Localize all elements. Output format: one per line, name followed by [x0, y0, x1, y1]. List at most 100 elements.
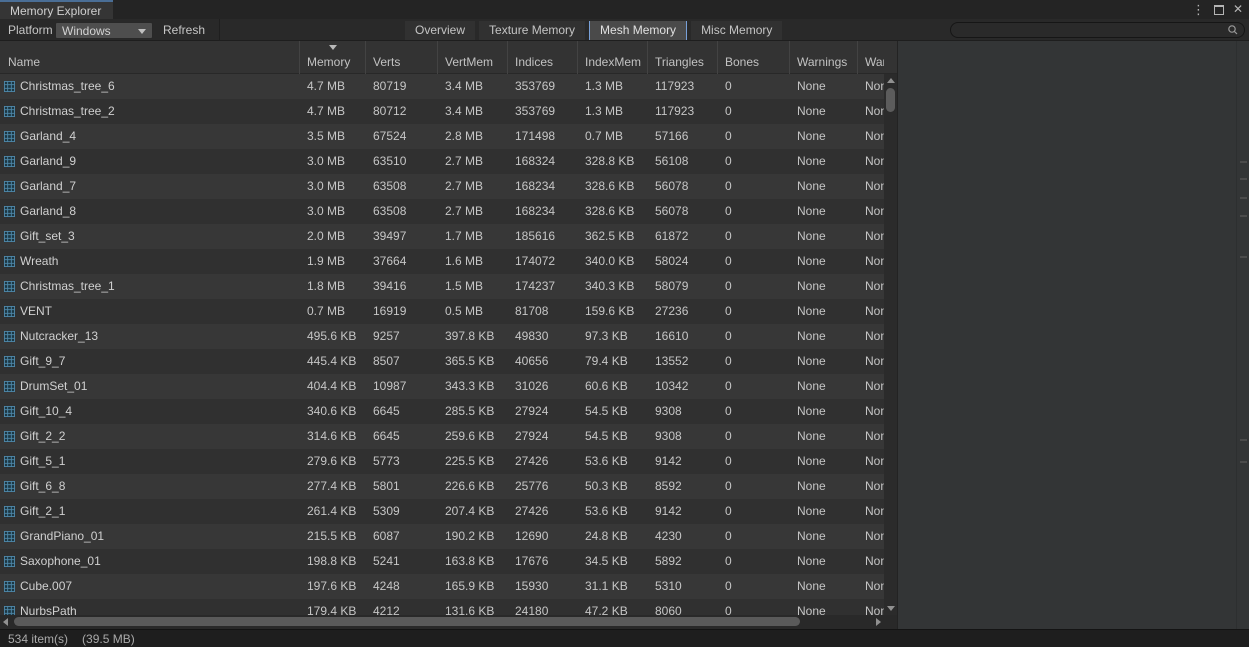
table-row[interactable]: Cube.007197.6 KB4248165.9 KB1593031.1 KB…	[0, 574, 884, 599]
tab-texture-memory[interactable]: Texture Memory	[479, 21, 585, 40]
search-input[interactable]	[951, 23, 1226, 37]
column-header-name[interactable]: Name	[0, 41, 300, 74]
table-row[interactable]: Garland_73.0 MB635082.7 MB168234328.6 KB…	[0, 174, 884, 199]
verts-value: 67524	[373, 129, 406, 143]
verts-value: 80712	[373, 104, 406, 118]
maximize-icon[interactable]	[1214, 5, 1224, 15]
cell-name: Gift_9_7	[0, 349, 300, 374]
cell-bones: 0	[718, 149, 790, 174]
scroll-down-icon[interactable]	[887, 606, 895, 611]
mesh-grid-icon	[4, 306, 15, 317]
window-tab-memory-explorer[interactable]: Memory Explorer	[0, 0, 113, 19]
cell-bones: 0	[718, 349, 790, 374]
edge-mark	[1240, 439, 1247, 441]
vertmem-value: 226.6 KB	[445, 479, 494, 493]
bones-value: 0	[725, 154, 732, 168]
scroll-right-icon[interactable]	[876, 618, 881, 626]
cell-bones: 0	[718, 549, 790, 574]
cell-triangles: 57166	[648, 124, 718, 149]
scroll-up-icon[interactable]	[887, 78, 895, 83]
column-header-triangles[interactable]: Triangles	[648, 41, 718, 74]
column-header-warnings[interactable]: Warnings	[790, 41, 858, 74]
main-area: Name MemoryVertsVertMemIndicesIndexMemTri…	[0, 41, 1249, 629]
horizontal-scrollbar-thumb[interactable]	[14, 617, 800, 626]
window-menu-icon[interactable]: ⋮	[1192, 0, 1205, 19]
cell-verts: 9257	[366, 324, 438, 349]
verts-value: 10987	[373, 379, 406, 393]
column-header-indexmem[interactable]: IndexMem	[578, 41, 648, 74]
vertmem-value: 2.8 MB	[445, 129, 483, 143]
indices-value: 27426	[515, 454, 548, 468]
column-header-label: Name	[8, 55, 40, 69]
column-header-label: Warnings	[865, 55, 884, 69]
tab-misc-memory[interactable]: Misc Memory	[691, 21, 782, 40]
table-row[interactable]: Wreath1.9 MB376641.6 MB174072340.0 KB580…	[0, 249, 884, 274]
platform-dropdown[interactable]: Windows	[55, 22, 153, 39]
warnings-value: None	[797, 329, 826, 343]
cell-indexmem: 1.3 MB	[578, 99, 648, 124]
cell-bones: 0	[718, 474, 790, 499]
table-row[interactable]: Gift_set_32.0 MB394971.7 MB185616362.5 K…	[0, 224, 884, 249]
cell-vertmem: 343.3 KB	[438, 374, 508, 399]
table-row[interactable]: Gift_5_1279.6 KB5773225.5 KB2742653.6 KB…	[0, 449, 884, 474]
refresh-button[interactable]: Refresh	[159, 19, 220, 41]
scroll-left-icon[interactable]	[3, 618, 8, 626]
cell-indexmem: 31.1 KB	[578, 574, 648, 599]
name-value: NurbsPath	[20, 599, 77, 615]
column-header-verts[interactable]: Verts	[366, 41, 438, 74]
table-row[interactable]: Gift_6_8277.4 KB5801226.6 KB2577650.3 KB…	[0, 474, 884, 499]
cell-indices: 174072	[508, 249, 578, 274]
indices-value: 171498	[515, 129, 555, 143]
cell-indexmem: 53.6 KB	[578, 449, 648, 474]
mesh-grid-icon	[4, 281, 15, 292]
table-row[interactable]: Garland_43.5 MB675242.8 MB1714980.7 MB57…	[0, 124, 884, 149]
table-row[interactable]: Christmas_tree_24.7 MB807123.4 MB3537691…	[0, 99, 884, 124]
table-row[interactable]: Saxophone_01198.8 KB5241163.8 KB1767634.…	[0, 549, 884, 574]
cell-name: Garland_8	[0, 199, 300, 224]
vertmem-value: 397.8 KB	[445, 329, 494, 343]
table-row[interactable]: NurbsPath179.4 KB4212131.6 KB2418047.2 K…	[0, 599, 884, 615]
memory-value: 179.4 KB	[307, 604, 356, 615]
table-row[interactable]: DrumSet_01404.4 KB10987343.3 KB3102660.6…	[0, 374, 884, 399]
table-row[interactable]: Garland_93.0 MB635102.7 MB168324328.8 KB…	[0, 149, 884, 174]
tab-mesh-memory[interactable]: Mesh Memory	[589, 21, 687, 40]
tab-overview[interactable]: Overview	[405, 21, 475, 40]
column-header-indices[interactable]: Indices	[508, 41, 578, 74]
table-row[interactable]: Christmas_tree_11.8 MB394161.5 MB1742373…	[0, 274, 884, 299]
table-row[interactable]: Gift_10_4340.6 KB6645285.5 KB2792454.5 K…	[0, 399, 884, 424]
cell-indexmem: 328.6 KB	[578, 174, 648, 199]
table-row[interactable]: Gift_2_1261.4 KB5309207.4 KB2742653.6 KB…	[0, 499, 884, 524]
table-row[interactable]: Gift_2_2314.6 KB6645259.6 KB2792454.5 KB…	[0, 424, 884, 449]
close-icon[interactable]: ✕	[1233, 0, 1243, 19]
cell-vertmem: 2.8 MB	[438, 124, 508, 149]
column-header-vertmem[interactable]: VertMem	[438, 41, 508, 74]
table-row[interactable]: Garland_83.0 MB635082.7 MB168234328.6 KB…	[0, 199, 884, 224]
cell-warnings2: None	[858, 149, 884, 174]
vertical-scrollbar-thumb[interactable]	[886, 88, 895, 112]
cell-indices: 12690	[508, 524, 578, 549]
item-count: 534 item(s)	[8, 632, 68, 646]
search-box[interactable]	[950, 22, 1245, 38]
column-header-bones[interactable]: Bones	[718, 41, 790, 74]
name-value: Gift_2_2	[20, 424, 65, 449]
cell-bones: 0	[718, 374, 790, 399]
cell-memory: 197.6 KB	[300, 574, 366, 599]
warnings2-value: None	[865, 379, 884, 393]
horizontal-scrollbar[interactable]	[0, 615, 897, 629]
cell-indexmem: 53.6 KB	[578, 499, 648, 524]
triangles-value: 117923	[655, 79, 694, 93]
memory-value: 314.6 KB	[307, 429, 356, 443]
column-header-warnings2[interactable]: Warnings	[858, 41, 884, 74]
memory-value: 0.7 MB	[307, 304, 345, 318]
table-row[interactable]: Christmas_tree_64.7 MB807193.4 MB3537691…	[0, 74, 884, 99]
table-row[interactable]: VENT0.7 MB169190.5 MB81708159.6 KB272360…	[0, 299, 884, 324]
indexmem-value: 79.4 KB	[585, 354, 628, 368]
column-header-memory[interactable]: Memory	[300, 41, 366, 74]
table-row[interactable]: Gift_9_7445.4 KB8507365.5 KB4065679.4 KB…	[0, 349, 884, 374]
cell-indexmem: 328.8 KB	[578, 149, 648, 174]
vertical-scrollbar[interactable]	[884, 74, 897, 615]
warnings2-value: None	[865, 279, 884, 293]
table-row[interactable]: GrandPiano_01215.5 KB6087190.2 KB1269024…	[0, 524, 884, 549]
table-row[interactable]: Nutcracker_13495.6 KB9257397.8 KB4983097…	[0, 324, 884, 349]
cell-vertmem: 397.8 KB	[438, 324, 508, 349]
